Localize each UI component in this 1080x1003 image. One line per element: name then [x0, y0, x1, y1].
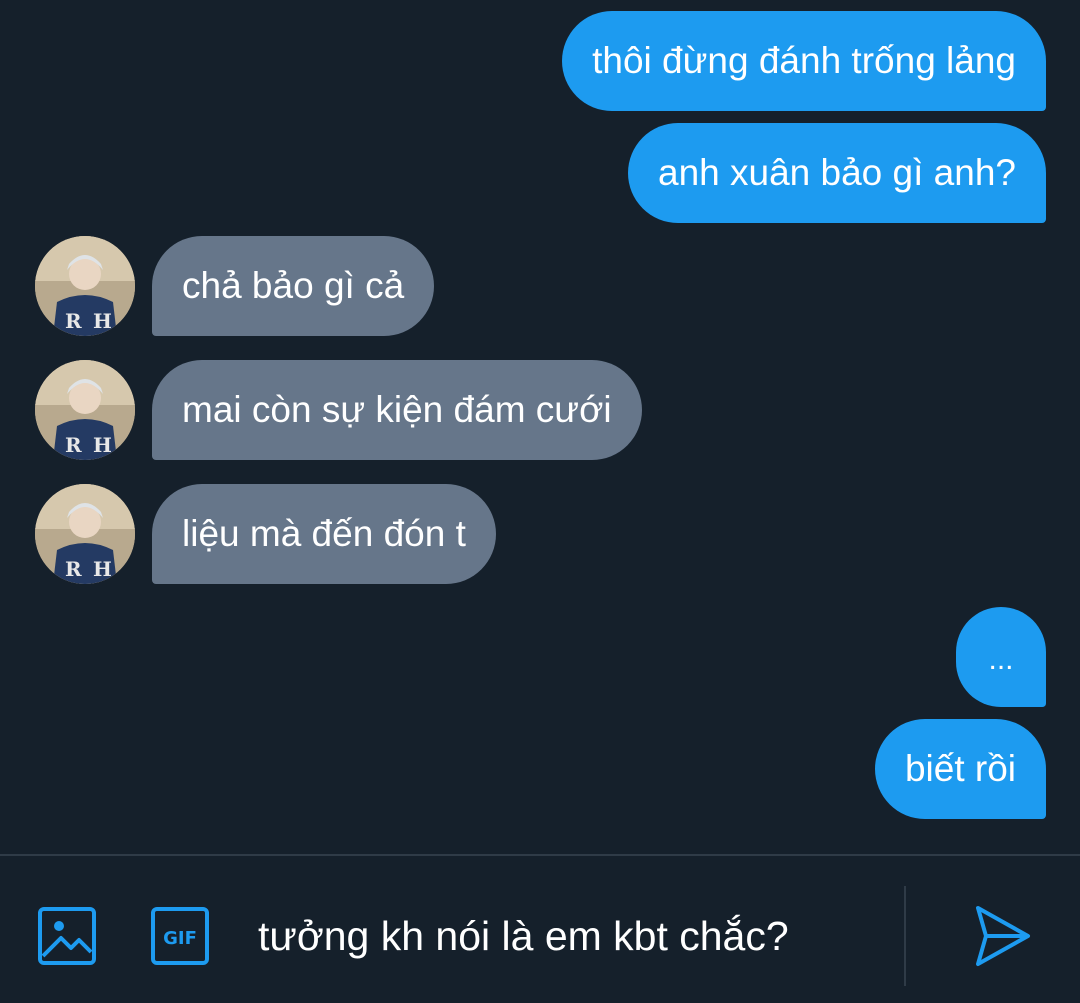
message-text: thôi đừng đánh trống lảng	[592, 40, 1016, 81]
contact-avatar[interactable]: R H	[35, 236, 135, 336]
message-text: liệu mà đến đón t	[182, 513, 466, 554]
composer-divider	[0, 854, 1080, 856]
message-text: ...	[988, 643, 1014, 676]
svg-text:H: H	[93, 433, 112, 457]
message-text: mai còn sự kiện đám cưới	[182, 389, 612, 430]
svg-text:R: R	[65, 557, 82, 581]
message-bubble-incoming[interactable]: chả bảo gì cả	[152, 236, 435, 336]
gif-label: GIF	[163, 928, 197, 949]
message-text: chả bảo gì cả	[182, 265, 405, 306]
svg-text:R: R	[65, 309, 82, 333]
message-bubble-incoming[interactable]: liệu mà đến đón t	[152, 484, 496, 584]
contact-avatar[interactable]: R H	[35, 484, 135, 584]
svg-text:H: H	[93, 557, 112, 581]
message-bubble-incoming[interactable]: mai còn sự kiện đám cưới	[152, 360, 642, 460]
send-icon[interactable]	[972, 904, 1032, 968]
message-text: biết rồi	[904, 748, 1016, 789]
svg-text:R: R	[65, 433, 82, 457]
image-icon[interactable]	[37, 906, 97, 966]
message-input[interactable]: tưởng kh nói là em kbt chắc?	[258, 900, 888, 972]
message-bubble-outgoing[interactable]: biết rồi	[874, 719, 1046, 819]
message-text: anh xuân bảo gì anh?	[658, 152, 1016, 193]
contact-avatar[interactable]: R H	[35, 360, 135, 460]
gif-icon[interactable]: GIF	[150, 906, 210, 966]
svg-text:H: H	[93, 309, 112, 333]
message-bubble-outgoing[interactable]: thôi đừng đánh trống lảng	[562, 11, 1046, 111]
composer-separator	[904, 886, 906, 986]
message-bubble-outgoing[interactable]: anh xuân bảo gì anh?	[628, 123, 1046, 223]
message-bubble-outgoing[interactable]: ...	[956, 607, 1046, 707]
